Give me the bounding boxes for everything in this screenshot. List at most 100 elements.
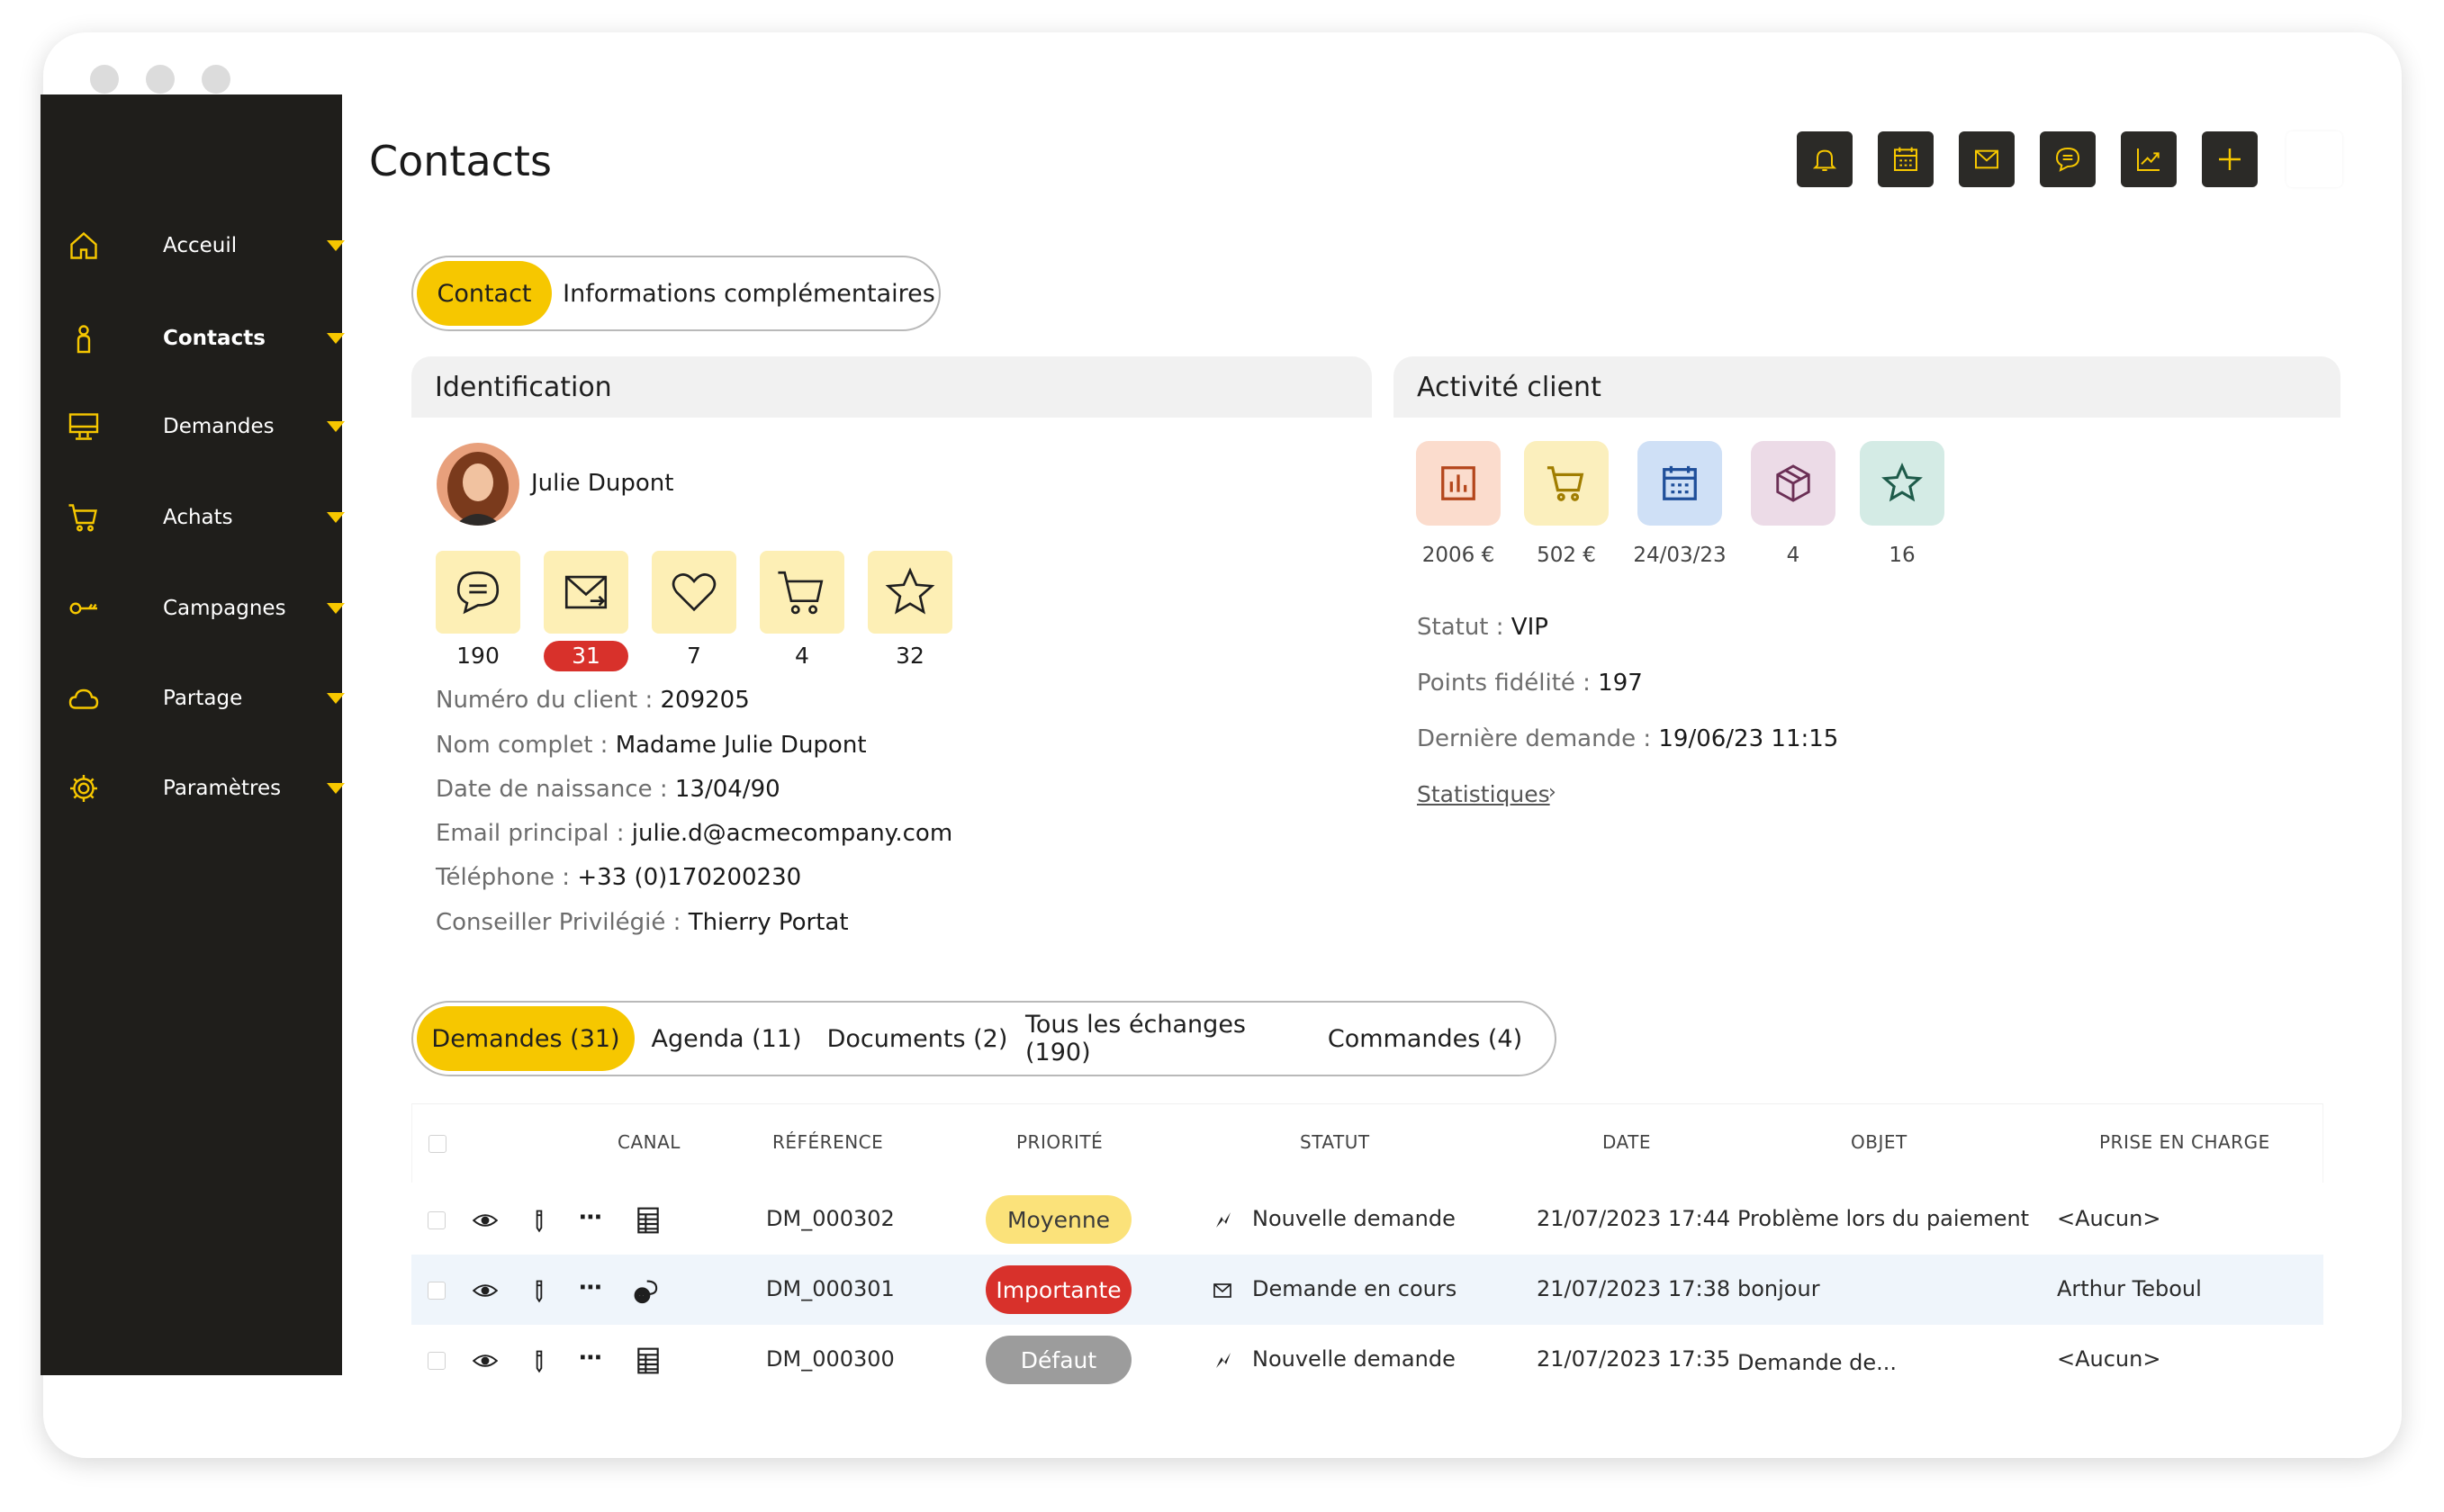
column-header[interactable]: STATUT — [1300, 1131, 1370, 1153]
column-header[interactable]: CANAL — [618, 1131, 681, 1153]
column-header[interactable]: PRIORITÉ — [1016, 1131, 1103, 1153]
tab-commandes[interactable]: Commandes (4) — [1313, 1006, 1537, 1071]
tab-documents[interactable]: Documents (2) — [822, 1006, 1013, 1071]
mail-icon — [564, 575, 608, 609]
table-row[interactable]: ⋯ DM_000302 Moyenne Nouvelle demande 21/… — [411, 1184, 2323, 1255]
chevron-down-icon — [327, 240, 345, 251]
field-advisor: Conseiller Privilégié : Thierry Portat — [436, 909, 849, 936]
form-icon — [635, 1346, 662, 1375]
home-icon — [66, 228, 102, 264]
chat-icon — [633, 1276, 663, 1305]
rating-stat-tile[interactable] — [868, 551, 952, 634]
mail-icon — [1975, 149, 1998, 169]
select-all-checkbox[interactable] — [428, 1135, 446, 1153]
person-icon — [66, 320, 102, 356]
pencil-icon[interactable] — [527, 1278, 552, 1303]
sidebar-item-label: Paramètres — [163, 777, 282, 800]
favorites-stat-tile[interactable] — [652, 551, 736, 634]
mails-stat-tile[interactable] — [544, 551, 628, 634]
page-title: Contacts — [369, 137, 552, 185]
reference-cell[interactable]: DM_000300 — [766, 1346, 895, 1372]
eye-icon[interactable] — [473, 1278, 498, 1303]
sidebar-item-label: Demandes — [163, 415, 275, 438]
chevron-right-icon: › — [1548, 781, 1556, 804]
status-cell: Nouvelle demande — [1252, 1206, 1456, 1231]
exchanges-stat-tile[interactable] — [436, 551, 520, 634]
sidebar-item-label: Contacts — [163, 327, 266, 350]
chat-icon — [456, 571, 500, 615]
chat-button[interactable] — [2040, 131, 2096, 187]
statistics-link[interactable]: Statistiques — [1417, 781, 1550, 807]
orders-tile[interactable] — [1751, 441, 1835, 526]
sidebar-item-parametres[interactable]: Paramètres — [41, 761, 345, 815]
chevron-down-icon — [327, 512, 345, 523]
pencil-icon[interactable] — [527, 1208, 552, 1233]
window-minimize-dot[interactable] — [146, 65, 175, 94]
field-client-number: Numéro du client : 209205 — [436, 687, 750, 714]
chart-icon — [2137, 148, 2160, 171]
tab-informations-complementaires[interactable]: Informations complémentaires — [563, 261, 935, 326]
statistics-button[interactable] — [2121, 131, 2177, 187]
sidebar-item-label: Campagnes — [163, 597, 286, 620]
column-header[interactable]: PRISE EN CHARGE — [2099, 1131, 2270, 1153]
last-visit-tile[interactable] — [1637, 441, 1722, 526]
sidebar-item-partage[interactable]: Partage — [41, 671, 345, 725]
reference-cell[interactable]: DM_000301 — [766, 1276, 895, 1301]
form-icon — [635, 1206, 662, 1235]
tab-demandes[interactable]: Demandes (31) — [417, 1006, 635, 1071]
loyalty-value: 16 — [1889, 544, 1916, 567]
sidebar-item-label: Achats — [163, 506, 233, 529]
notifications-button[interactable] — [1797, 131, 1853, 187]
revenue-tile[interactable] — [1416, 441, 1501, 526]
sidebar-item-campagnes[interactable]: Campagnes — [41, 581, 345, 635]
pencil-icon[interactable] — [527, 1348, 552, 1373]
sidebar-item-acceuil[interactable]: Acceuil — [41, 219, 345, 273]
chevron-down-icon — [327, 693, 345, 704]
exchanges-count: 190 — [456, 643, 500, 669]
loyalty-tile[interactable] — [1860, 441, 1944, 526]
column-header[interactable]: DATE — [1602, 1131, 1651, 1153]
orders-value: 4 — [1786, 544, 1800, 567]
column-header[interactable]: RÉFÉRENCE — [772, 1131, 883, 1153]
sidebar-item-label: Partage — [163, 687, 243, 710]
mail-button[interactable] — [1959, 131, 2015, 187]
purchases-stat-tile[interactable] — [760, 551, 844, 634]
more-icon[interactable]: ⋯ — [579, 1345, 602, 1372]
tab-agenda[interactable]: Agenda (11) — [644, 1006, 809, 1071]
calendar-button[interactable] — [1878, 131, 1934, 187]
add-button[interactable] — [2202, 131, 2258, 187]
column-header[interactable]: OBJET — [1851, 1131, 1907, 1153]
sidebar-item-achats[interactable]: Achats — [41, 490, 345, 544]
more-icon[interactable]: ⋯ — [579, 1204, 602, 1231]
sidebar-item-demandes[interactable]: Demandes — [41, 400, 345, 454]
revenue-value: 2006 € — [1421, 544, 1495, 567]
window-close-dot[interactable] — [90, 65, 119, 94]
eye-icon[interactable] — [473, 1348, 498, 1373]
reference-cell[interactable]: DM_000302 — [766, 1206, 895, 1231]
new-icon — [1213, 1350, 1234, 1372]
table-row[interactable]: ⋯ DM_000301 Importante Demande en cours … — [411, 1255, 2323, 1325]
sidebar-item-contacts[interactable]: Contacts — [41, 311, 345, 365]
window-zoom-dot[interactable] — [202, 65, 230, 94]
chat-icon — [2055, 147, 2080, 172]
basket-tile[interactable] — [1524, 441, 1609, 526]
owner-cell: Arthur Teboul — [2057, 1276, 2202, 1301]
field-phone: Téléphone : +33 (0)170200230 — [436, 864, 802, 891]
row-checkbox[interactable] — [428, 1352, 446, 1370]
date-cell: 21/07/2023 17:44 — [1537, 1206, 1731, 1231]
monitor-icon — [66, 409, 102, 445]
field-full-name: Nom complet : Madame Julie Dupont — [436, 732, 867, 759]
tab-contact[interactable]: Contact — [417, 261, 552, 326]
requests-table: CANAL RÉFÉRENCE PRIORITÉ STATUT DATE OBJ… — [411, 1103, 2323, 1406]
chevron-down-icon — [327, 603, 345, 614]
tab-tous-les-echanges[interactable]: Tous les échanges (190) — [1025, 1006, 1304, 1071]
eye-icon[interactable] — [473, 1208, 498, 1233]
date-cell: 21/07/2023 17:35 — [1537, 1346, 1731, 1372]
field-last-request: Dernière demande : 19/06/23 11:15 — [1417, 725, 1839, 752]
object-cell: bonjour — [1737, 1276, 1820, 1301]
row-checkbox[interactable] — [428, 1282, 446, 1300]
row-checkbox[interactable] — [428, 1211, 446, 1229]
table-row[interactable]: ⋯ DM_000300 Défaut Nouvelle demande 21/0… — [411, 1325, 2323, 1395]
more-icon[interactable]: ⋯ — [579, 1274, 602, 1301]
object-cell: Problème lors du paiement — [1737, 1206, 2030, 1231]
